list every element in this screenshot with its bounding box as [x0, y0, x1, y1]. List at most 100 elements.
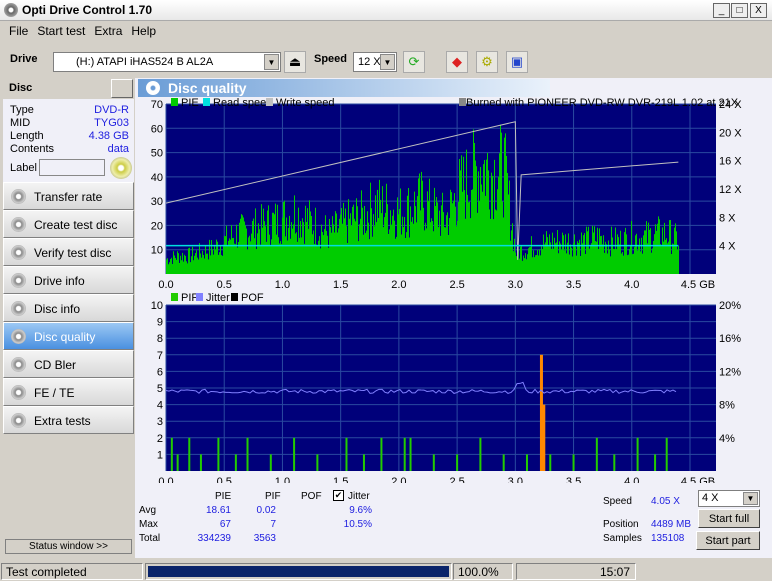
y2-tick-label: 12% — [719, 366, 741, 378]
nav-extra-tests[interactable]: Extra tests — [3, 406, 134, 434]
y-tick-label: 40 — [151, 172, 163, 184]
pif-bar — [502, 454, 505, 471]
eject-button[interactable]: ⏏ — [284, 51, 306, 73]
pif-bar — [170, 437, 173, 471]
samples-value: 135108 — [651, 533, 685, 544]
nav-cd-bler[interactable]: CD Bler — [3, 350, 134, 378]
test-speed-select[interactable]: 4 X ▼ — [698, 490, 760, 507]
elapsed-time: 15:07 — [516, 563, 636, 580]
y2-tick-label: 4% — [719, 433, 735, 445]
stat-row-label: Total — [139, 533, 161, 544]
legend-label: Jitter — [206, 292, 230, 304]
y2-tick-label: 4 X — [719, 241, 736, 253]
drive-label: Drive — [10, 53, 38, 65]
stat-header-pof: POF — [301, 491, 322, 502]
legend-swatch — [266, 98, 273, 106]
y2-tick-label: 20 X — [719, 127, 742, 139]
disc-icon[interactable] — [110, 157, 132, 179]
x-tick-label: 3.5 — [566, 476, 581, 483]
nav-label: Disc quality — [34, 330, 96, 344]
disc-icon — [11, 329, 26, 344]
nav-create-test-disc[interactable]: Create test disc — [3, 210, 134, 238]
app-icon — [4, 3, 18, 17]
menu-bar: File Start test Extra Help — [0, 22, 772, 40]
y-tick-label: 20 — [151, 220, 163, 232]
speed-label: Speed — [314, 53, 348, 65]
y-tick-label: 70 — [151, 99, 163, 111]
stat-row-label: Max — [139, 519, 158, 530]
disc-icon — [11, 245, 26, 260]
speed-select[interactable]: 12 X ▼ — [353, 52, 397, 72]
menu-start-test[interactable]: Start test — [37, 24, 85, 38]
x-tick-label: 0.5 — [217, 476, 232, 483]
pif-bar — [380, 437, 383, 471]
menu-help[interactable]: Help — [131, 24, 156, 38]
y2-tick-label: 8 X — [719, 212, 736, 224]
menu-extra[interactable]: Extra — [94, 24, 122, 38]
stat-jitter: 10.5% — [343, 519, 372, 530]
disc-icon — [11, 385, 26, 400]
pif-bar — [665, 437, 668, 471]
pif-bar — [234, 454, 237, 471]
label-input[interactable] — [39, 159, 105, 176]
pif-bar — [246, 437, 249, 471]
legend-label: Write speed — [276, 97, 335, 109]
stat-pie: 18.61 — [205, 505, 231, 516]
pif-bar — [176, 454, 179, 471]
disc-toggle-button[interactable] — [111, 79, 133, 98]
nav-label: Create test disc — [34, 218, 118, 232]
nav-disc-info[interactable]: Disc info — [3, 294, 134, 322]
save-icon[interactable]: ▣ — [506, 51, 528, 73]
stat-pif: 7 — [270, 519, 276, 530]
pif-bar — [409, 437, 412, 471]
stat-jitter: 9.6% — [349, 505, 372, 516]
y-tick-label: 4 — [157, 400, 163, 412]
start-part-button[interactable]: Start part — [696, 531, 760, 550]
legend-label: POF — [241, 292, 264, 304]
stat-row-label: Avg — [139, 505, 157, 516]
stat-header-pie: PIE — [215, 491, 232, 502]
drive-value: (H:) ATAPI iHAS524 B AL2A — [76, 56, 214, 68]
pif-bar — [456, 454, 459, 471]
x-tick-label: 4.0 — [624, 279, 639, 291]
legend-label: Read speed — [213, 97, 272, 109]
nav-label: Extra tests — [34, 414, 91, 428]
nav-drive-info[interactable]: Drive info — [3, 266, 134, 294]
y2-tick-label: 16% — [719, 333, 741, 345]
minimize-button[interactable]: _ — [713, 3, 730, 18]
x-tick-label: 1.5 — [333, 476, 348, 483]
nav-verify-test-disc[interactable]: Verify test disc — [3, 238, 134, 266]
y-tick-label: 9 — [157, 317, 163, 329]
position-label: Position — [603, 519, 639, 530]
disc-length-label: Length — [10, 130, 44, 142]
nav-disc-quality[interactable]: Disc quality — [3, 322, 134, 350]
y-tick-label: 30 — [151, 196, 163, 208]
status-window-button[interactable]: Status window >> — [5, 539, 132, 554]
pif-bar — [479, 437, 482, 471]
legend-swatch — [203, 98, 210, 106]
settings-icon[interactable]: ⚙ — [476, 51, 498, 73]
window-title: Opti Drive Control 1.70 — [22, 3, 153, 17]
nav-transfer-rate[interactable]: Transfer rate — [3, 182, 134, 210]
x-tick-label: 2.5 — [449, 476, 464, 483]
menu-file[interactable]: File — [9, 24, 28, 38]
close-button[interactable]: X — [750, 3, 767, 18]
jitter-checkbox[interactable]: ✔ — [333, 490, 344, 501]
maximize-button[interactable]: □ — [731, 3, 748, 18]
status-bar: Test completed 100.0% 15:07 — [0, 562, 772, 581]
x-tick-label: 1.0 — [275, 476, 290, 483]
legend-swatch — [231, 293, 238, 301]
start-full-button[interactable]: Start full — [698, 509, 760, 528]
nav-fe-te[interactable]: FE / TE — [3, 378, 134, 406]
pif-bar — [595, 437, 598, 471]
toolbar: Drive (H:) ATAPI iHAS524 B AL2A ▼ ⏏ Speed… — [0, 43, 772, 77]
nav-label: Transfer rate — [34, 190, 103, 204]
drive-select[interactable]: (H:) ATAPI iHAS524 B AL2A ▼ — [53, 52, 281, 72]
y-tick-label: 7 — [157, 350, 163, 362]
eraser-icon[interactable]: ◆ — [446, 51, 468, 73]
x-tick-label: 2.0 — [391, 279, 406, 291]
legend-swatch — [171, 98, 178, 106]
refresh-icon[interactable]: ⟳ — [403, 51, 425, 73]
pif-bar — [316, 454, 319, 471]
progress-fill — [148, 566, 449, 577]
